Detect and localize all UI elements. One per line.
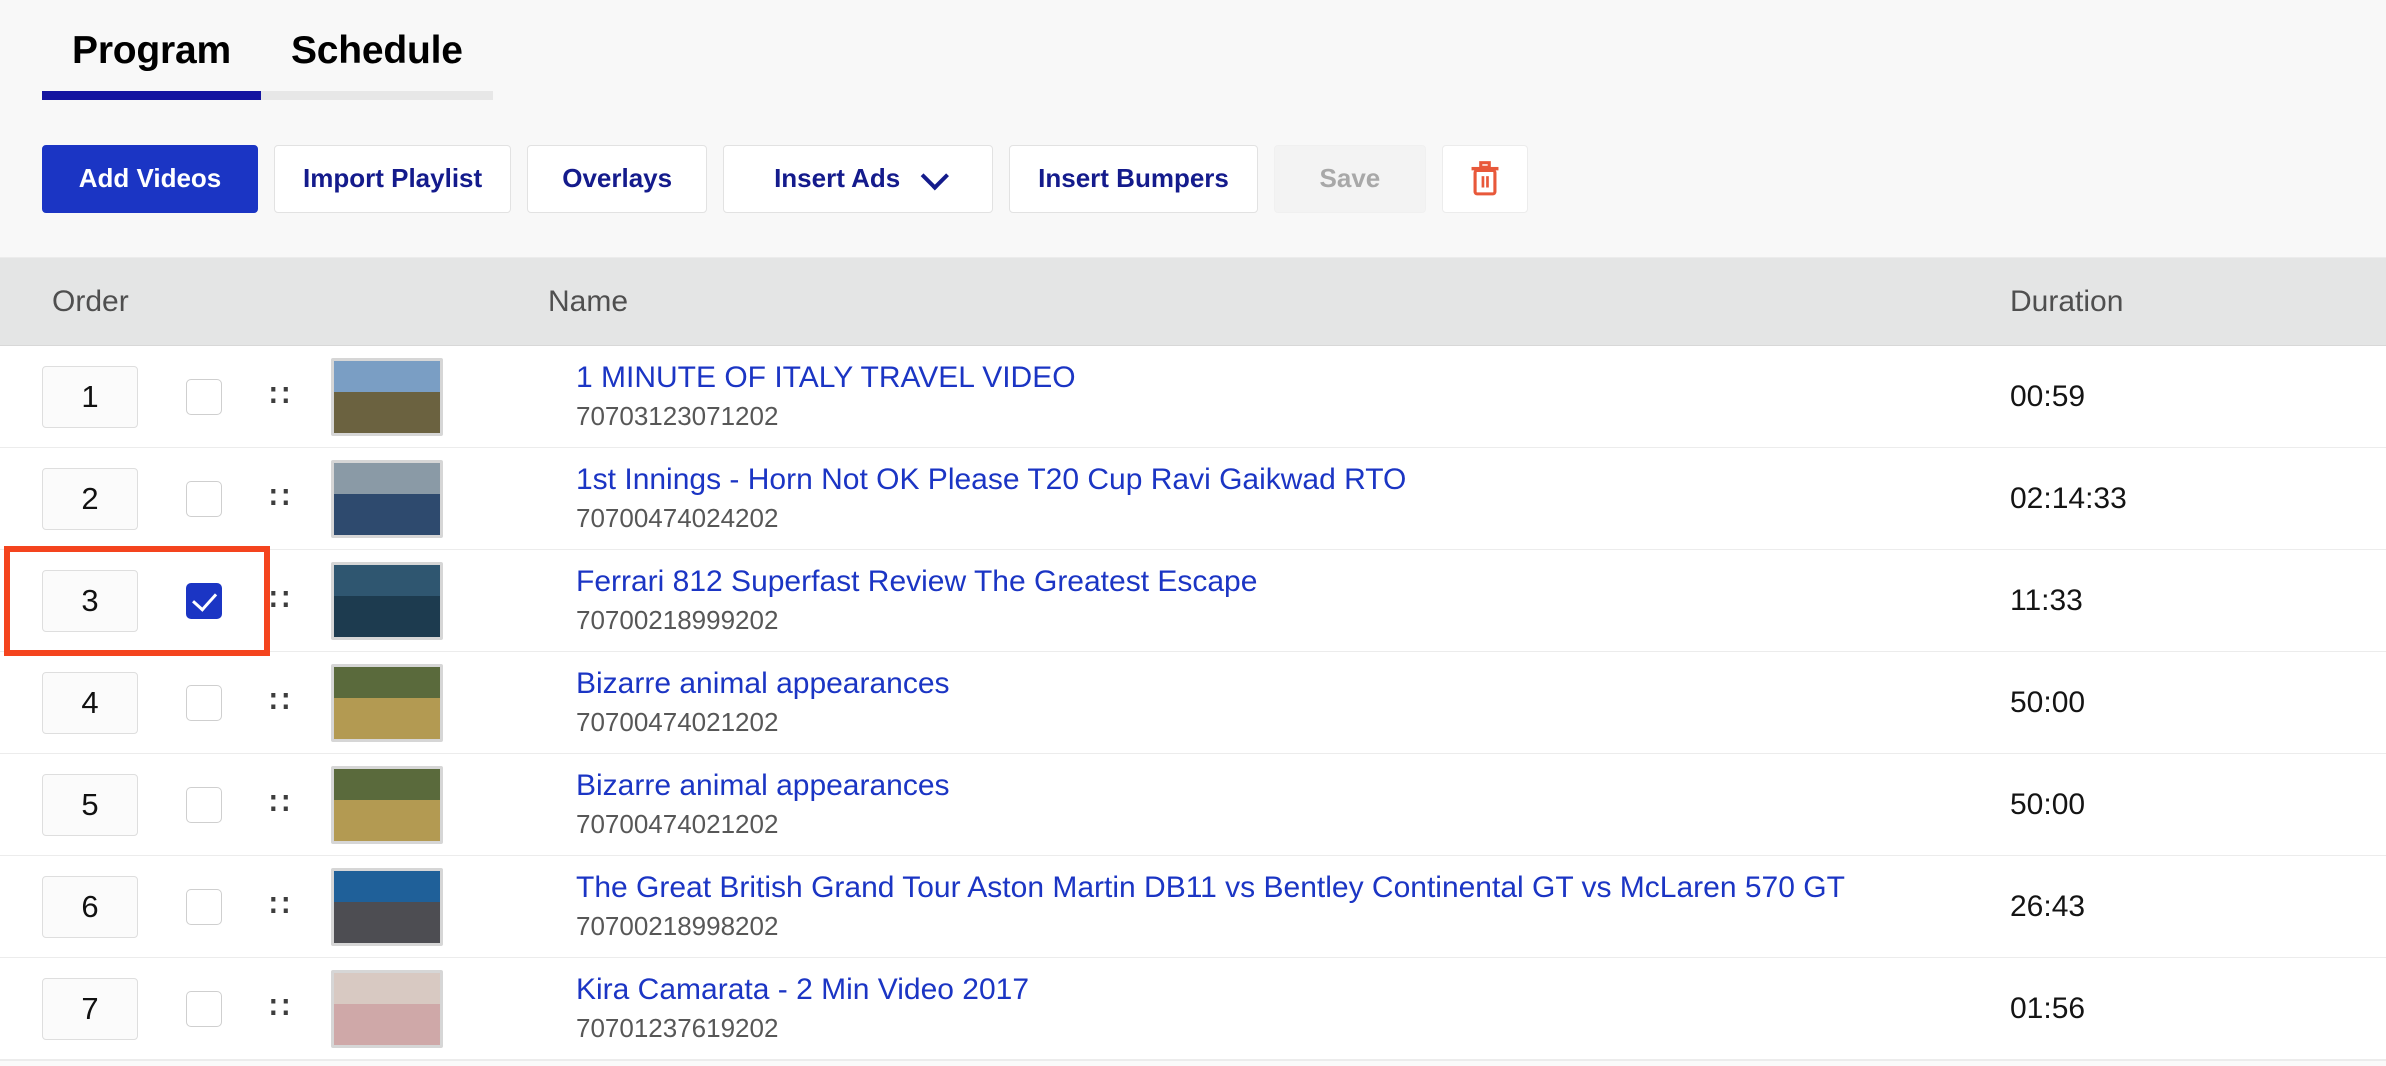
drag-handle-icon[interactable]: ∷ xyxy=(270,789,289,819)
order-number: 4 xyxy=(42,671,138,734)
video-duration: 11:33 xyxy=(2010,583,2083,617)
video-duration: 50:00 xyxy=(2010,787,2086,821)
row-checkbox[interactable] xyxy=(186,990,222,1027)
order-number: 7 xyxy=(42,977,138,1040)
tab-bar: Program Schedule xyxy=(0,0,2386,100)
drag-handle-icon[interactable]: ∷ xyxy=(270,483,289,513)
order-cell: 4 ∷ xyxy=(0,663,548,742)
tab-schedule-underline xyxy=(260,91,493,100)
drag-handle-icon[interactable]: ∷ xyxy=(270,687,289,717)
row-checkbox[interactable] xyxy=(186,480,222,517)
row-checkbox[interactable] xyxy=(186,684,222,721)
overlays-label: Overlays xyxy=(562,163,673,193)
order-cell: 3 ∷ xyxy=(0,561,548,640)
import-playlist-label: Import Playlist xyxy=(303,163,483,193)
tab-schedule[interactable]: Schedule xyxy=(260,29,493,100)
row-checkbox[interactable] xyxy=(186,888,222,925)
video-duration: 00:59 xyxy=(2010,379,2086,413)
video-id: 70703123071202 xyxy=(576,400,779,431)
video-thumbnail xyxy=(331,969,444,1048)
program-table-body: 1 ∷ 1 MINUTE OF ITALY TRAVEL VIDEO 70703123… xyxy=(0,346,2386,1060)
drag-handle-icon[interactable]: ∷ xyxy=(270,381,289,411)
video-thumbnail xyxy=(331,561,444,640)
video-duration: 50:00 xyxy=(2010,685,2086,719)
video-thumbnail xyxy=(331,459,444,538)
drag-handle-icon[interactable]: ∷ xyxy=(270,891,289,921)
chevron-down-icon xyxy=(920,161,950,190)
order-cell: 7 ∷ xyxy=(0,969,548,1048)
table-row[interactable]: 5 ∷ Bizarre animal appearances 707004740212… xyxy=(0,754,2386,856)
video-title-link[interactable]: Kira Camarata - 2 Min Video 2017 xyxy=(576,971,1950,1009)
name-cell: Ferrari 812 Superfast Review The Greates… xyxy=(548,563,1950,638)
video-title-link[interactable]: Ferrari 812 Superfast Review The Greates… xyxy=(576,563,1950,601)
action-toolbar: Add Videos Import Playlist Overlays Inse… xyxy=(0,100,2386,258)
row-checkbox[interactable] xyxy=(186,378,222,415)
table-bottom-strip xyxy=(0,1060,2386,1066)
order-cell: 6 ∷ xyxy=(0,867,548,946)
video-id: 70700474021202 xyxy=(576,706,779,737)
tab-program-underline xyxy=(42,91,261,100)
video-thumbnail xyxy=(331,867,444,946)
insert-bumpers-button[interactable]: Insert Bumpers xyxy=(1009,144,1258,213)
video-title-link[interactable]: Bizarre animal appearances xyxy=(576,767,1950,805)
video-thumbnail xyxy=(331,765,444,844)
video-id: 70700218999202 xyxy=(576,604,779,635)
name-cell: The Great British Grand Tour Aston Marti… xyxy=(548,869,1950,944)
drag-handle-icon[interactable]: ∷ xyxy=(270,993,289,1023)
table-row[interactable]: 4 ∷ Bizarre animal appearances 707004740212… xyxy=(0,652,2386,754)
video-title-link[interactable]: 1st Innings - Horn Not OK Please T20 Cup… xyxy=(576,461,1950,499)
name-cell: Kira Camarata - 2 Min Video 2017 70701237… xyxy=(548,971,1950,1046)
order-number: 6 xyxy=(42,875,138,938)
drag-handle-icon[interactable]: ∷ xyxy=(270,585,289,615)
order-cell: 5 ∷ xyxy=(0,765,548,844)
order-number: 1 xyxy=(42,365,138,428)
table-row[interactable]: 3 ∷ Ferrari 812 Superfast Review The Great… xyxy=(0,546,2386,656)
video-id: 70700474021202 xyxy=(576,808,779,839)
save-label: Save xyxy=(1319,163,1381,193)
column-header-name: Name xyxy=(548,284,629,318)
column-header-duration: Duration xyxy=(2010,284,2124,318)
table-row[interactable]: 6 ∷ The Great British Grand Tour Aston Mar… xyxy=(0,856,2386,958)
video-title-link[interactable]: The Great British Grand Tour Aston Marti… xyxy=(576,869,1950,907)
trash-icon xyxy=(1471,160,1499,195)
column-header-order: Order xyxy=(52,284,129,318)
video-title-link[interactable]: 1 MINUTE OF ITALY TRAVEL VIDEO xyxy=(576,359,1950,397)
order-number: 2 xyxy=(42,467,138,530)
row-checkbox[interactable] xyxy=(186,786,222,823)
order-number: 3 xyxy=(42,569,138,632)
tab-schedule-label: Schedule xyxy=(290,29,463,72)
insert-bumpers-label: Insert Bumpers xyxy=(1038,163,1229,193)
order-cell: 2 ∷ xyxy=(0,459,548,538)
overlays-button[interactable]: Overlays xyxy=(527,144,708,213)
delete-button[interactable] xyxy=(1441,144,1528,213)
insert-ads-label: Insert Ads xyxy=(774,163,901,193)
import-playlist-button[interactable]: Import Playlist xyxy=(274,144,512,213)
tab-program-label: Program xyxy=(72,29,231,72)
video-thumbnail xyxy=(331,663,444,742)
insert-ads-button[interactable]: Insert Ads xyxy=(723,144,994,213)
row-checkbox[interactable] xyxy=(186,582,222,619)
tab-program[interactable]: Program xyxy=(42,31,261,100)
table-row[interactable]: 7 ∷ Kira Camarata - 2 Min Video 2017 707012… xyxy=(0,958,2386,1060)
add-videos-label: Add Videos xyxy=(78,163,222,193)
video-thumbnail xyxy=(331,357,444,436)
video-title-link[interactable]: Bizarre animal appearances xyxy=(576,665,1950,703)
table-row[interactable]: 1 ∷ 1 MINUTE OF ITALY TRAVEL VIDEO 70703123… xyxy=(0,346,2386,448)
name-cell: 1st Innings - Horn Not OK Please T20 Cup… xyxy=(548,461,1950,536)
video-duration: 26:43 xyxy=(2010,889,2086,923)
video-id: 70701237619202 xyxy=(576,1012,779,1043)
order-cell: 1 ∷ xyxy=(0,357,548,436)
video-id: 70700218998202 xyxy=(576,910,779,941)
table-header: Order Name Duration xyxy=(0,258,2386,346)
video-id: 70700474024202 xyxy=(576,502,779,533)
name-cell: 1 MINUTE OF ITALY TRAVEL VIDEO 7070312307… xyxy=(548,359,1950,434)
name-cell: Bizarre animal appearances 70700474021202 xyxy=(548,767,1950,842)
order-number: 5 xyxy=(42,773,138,836)
save-button: Save xyxy=(1273,144,1426,213)
add-videos-button[interactable]: Add Videos xyxy=(42,144,258,213)
name-cell: Bizarre animal appearances 70700474021202 xyxy=(548,665,1950,740)
video-duration: 01:56 xyxy=(2010,991,2086,1025)
table-row[interactable]: 2 ∷ 1st Innings - Horn Not OK Please T20 C… xyxy=(0,448,2386,550)
video-duration: 02:14:33 xyxy=(2010,481,2127,515)
